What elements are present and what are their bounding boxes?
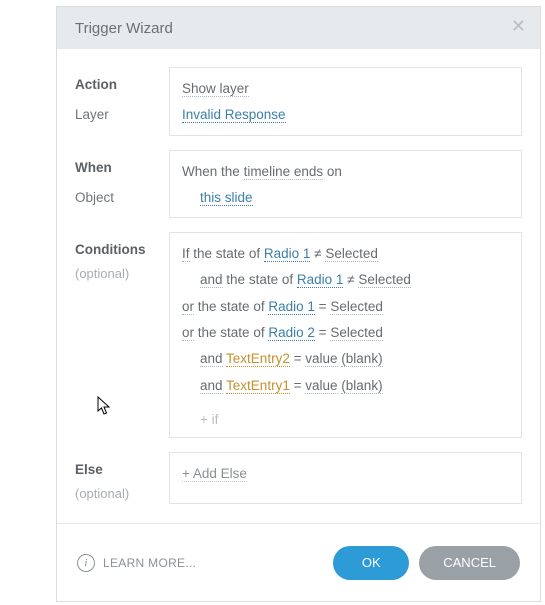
when-labels: When Object [75, 150, 169, 219]
ok-button[interactable]: OK [333, 546, 409, 580]
condition-object[interactable]: Radio 1 [297, 272, 344, 288]
else-optional: (optional) [75, 484, 169, 504]
condition-value[interactable]: Selected [358, 272, 411, 288]
condition-line: or the state of Radio 1 = Selected [182, 294, 509, 320]
section-conditions: Conditions (optional) If the state of Ra… [75, 232, 522, 438]
info-icon: i [77, 554, 95, 572]
condition-connector[interactable]: or [182, 325, 194, 341]
condition-variable[interactable]: TextEntry1 [226, 378, 290, 394]
dialog-content: Action Layer Show layer Invalid Response… [57, 49, 540, 523]
condition-type[interactable]: value [305, 351, 337, 367]
condition-value[interactable]: Selected [330, 299, 383, 315]
else-values: + Add Else [169, 452, 522, 504]
add-else-button[interactable]: + Add Else [182, 466, 247, 482]
condition-variable[interactable]: TextEntry2 [226, 351, 290, 367]
when-values: When the timeline ends on this slide [169, 150, 522, 219]
else-labels: Else (optional) [75, 452, 169, 504]
dialog-title: Trigger Wizard [75, 20, 173, 37]
condition-connector[interactable]: If [182, 246, 190, 262]
add-if-button[interactable]: + if [200, 412, 218, 427]
condition-object[interactable]: Radio 1 [268, 299, 315, 315]
trigger-wizard-dialog: Trigger Wizard ✕ Action Layer Show layer… [56, 6, 541, 602]
learn-more-text: LEARN MORE... [103, 556, 196, 570]
titlebar: Trigger Wizard ✕ [57, 7, 540, 49]
condition-line: and TextEntry2 = value (blank) [182, 346, 509, 372]
when-object[interactable]: this slide [200, 190, 253, 206]
condition-value[interactable]: (blank) [341, 351, 382, 367]
learn-more-link[interactable]: i LEARN MORE... [77, 554, 196, 572]
conditions-optional: (optional) [75, 264, 169, 284]
action-label: Action [75, 75, 169, 95]
conditions-values: If the state of Radio 1 ≠ Selectedand th… [169, 232, 522, 438]
action-value[interactable]: Show layer [182, 81, 249, 97]
dialog-footer: i LEARN MORE... OK CANCEL [57, 523, 540, 601]
close-icon[interactable]: ✕ [511, 17, 526, 35]
action-values: Show layer Invalid Response [169, 67, 522, 136]
layer-label: Layer [75, 105, 169, 125]
condition-value[interactable]: Selected [325, 246, 378, 262]
when-label: When [75, 158, 169, 178]
condition-connector[interactable]: and [200, 378, 223, 394]
cancel-button[interactable]: CANCEL [419, 546, 520, 580]
layer-value[interactable]: Invalid Response [182, 107, 286, 123]
condition-connector[interactable]: and [200, 351, 223, 367]
condition-object[interactable]: Radio 1 [264, 246, 311, 262]
when-suffix: on [327, 164, 342, 179]
section-when: When Object When the timeline ends on th… [75, 150, 522, 219]
condition-value[interactable]: (blank) [341, 378, 382, 394]
section-else: Else (optional) + Add Else [75, 452, 522, 504]
action-labels: Action Layer [75, 67, 169, 136]
conditions-labels: Conditions (optional) [75, 232, 169, 438]
condition-line: and TextEntry1 = value (blank) [182, 373, 509, 399]
condition-line: or the state of Radio 2 = Selected [182, 320, 509, 346]
when-event[interactable]: timeline ends [244, 164, 324, 180]
condition-connector[interactable]: and [200, 272, 223, 288]
condition-type[interactable]: value [305, 378, 337, 394]
object-label: Object [75, 188, 169, 208]
section-action: Action Layer Show layer Invalid Response [75, 67, 522, 136]
condition-line: and the state of Radio 1 ≠ Selected [182, 267, 509, 293]
conditions-label: Conditions [75, 240, 169, 260]
condition-object[interactable]: Radio 2 [268, 325, 315, 341]
condition-line: If the state of Radio 1 ≠ Selected [182, 241, 509, 267]
condition-value[interactable]: Selected [330, 325, 383, 341]
when-prefix: When the [182, 164, 240, 179]
else-label: Else [75, 460, 169, 480]
condition-connector[interactable]: or [182, 299, 194, 315]
